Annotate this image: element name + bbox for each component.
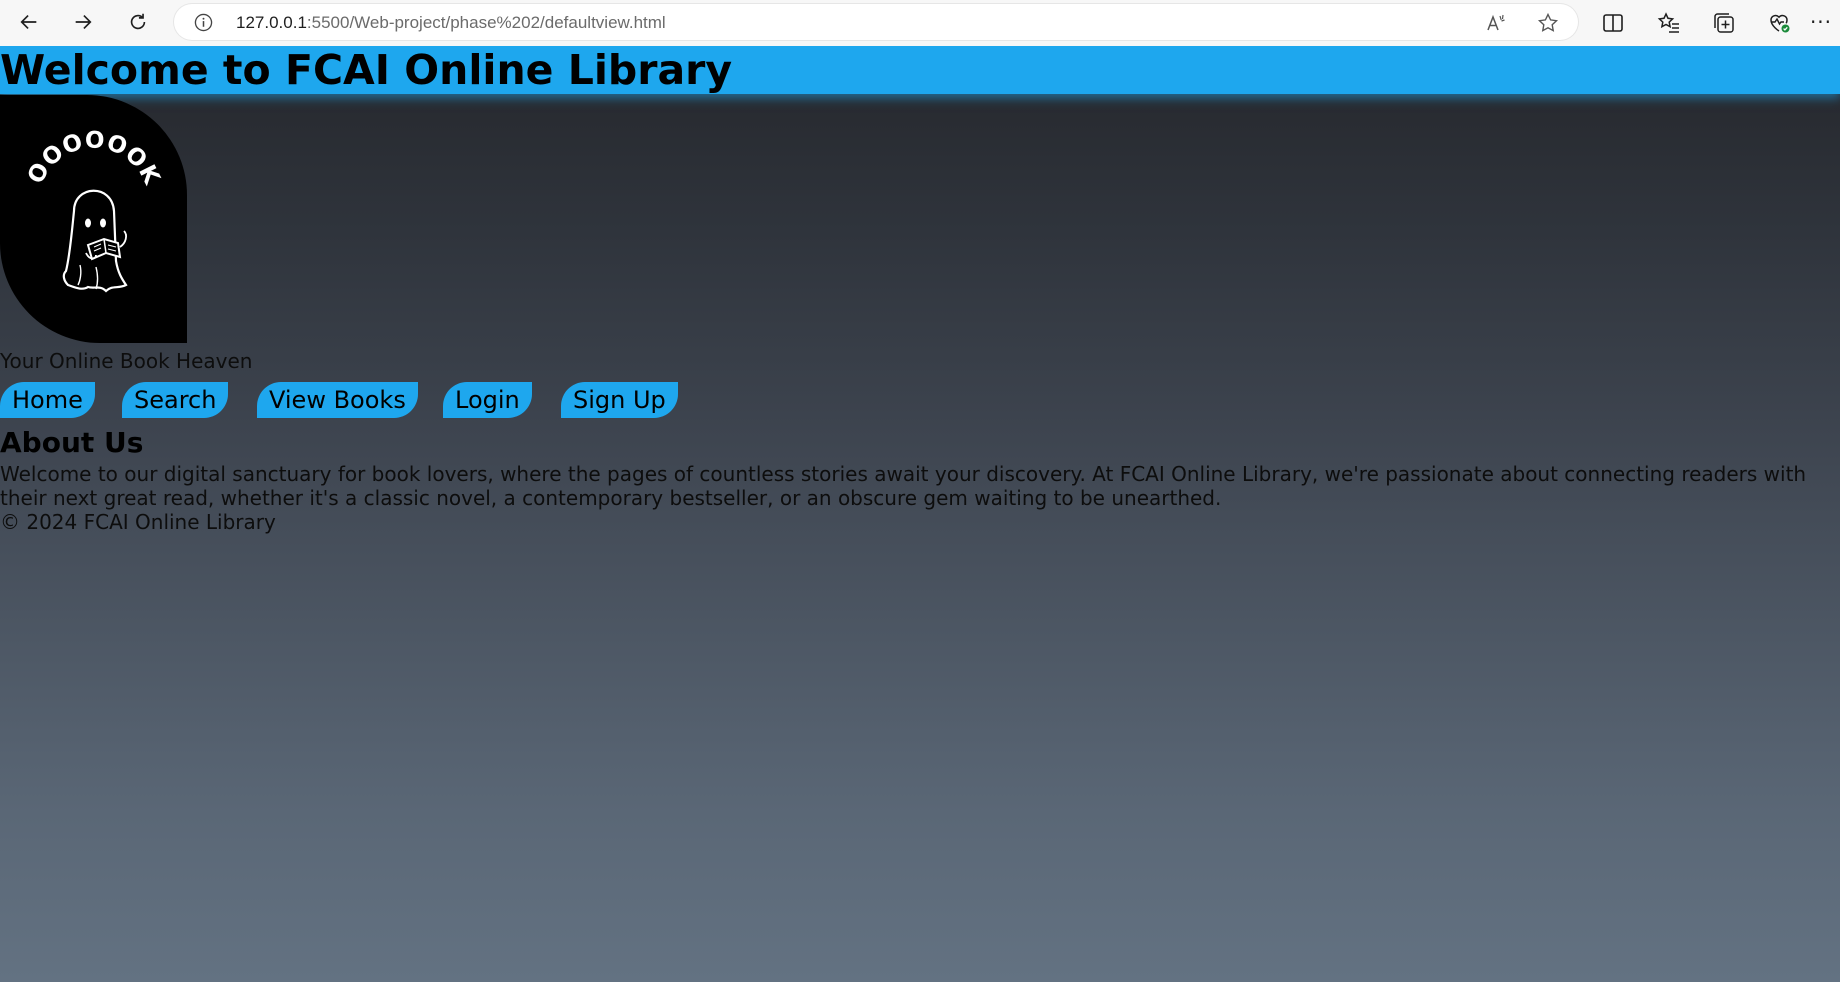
url-host: 127.0.0.1 — [236, 13, 307, 32]
nav-home[interactable]: Home — [0, 382, 95, 418]
more-icon[interactable]: ··· — [1806, 7, 1836, 37]
forward-arrow-icon[interactable] — [66, 7, 100, 37]
ghost-reading-logo: BOOOOOOKS — [0, 95, 165, 293]
browser-essentials-icon[interactable] — [1767, 11, 1791, 35]
browser-toolbar: 127.0.0.1:5500/Web-project/phase%202/def… — [0, 0, 1840, 46]
favorites-icon[interactable] — [1657, 11, 1681, 35]
page-viewport: Welcome to FCAI Online Library BOOOOOOKS — [0, 46, 1840, 982]
logo-text: BOOOOOOKS — [0, 95, 164, 190]
site-logo: BOOOOOOKS — [0, 95, 187, 343]
footer-copyright: © 2024 FCAI Online Library — [0, 510, 276, 534]
url-path: :5500/Web-project/phase%202/defaultview.… — [306, 13, 666, 32]
nav-view-books[interactable]: View Books — [257, 382, 418, 418]
favorite-star-icon[interactable] — [1537, 12, 1559, 34]
site-header: Welcome to FCAI Online Library — [0, 46, 1840, 94]
split-screen-icon[interactable] — [1601, 11, 1625, 35]
page-title: Welcome to FCAI Online Library — [0, 46, 733, 94]
svg-text:BOOOOOOKS: BOOOOOOKS — [0, 95, 165, 190]
url-text[interactable]: 127.0.0.1:5500/Web-project/phase%202/def… — [236, 13, 666, 33]
refresh-icon[interactable] — [121, 7, 155, 37]
nav-login[interactable]: Login — [443, 382, 532, 418]
back-arrow-icon[interactable] — [12, 7, 46, 37]
site-info-icon[interactable] — [194, 13, 213, 32]
address-bar[interactable]: 127.0.0.1:5500/Web-project/phase%202/def… — [174, 4, 1578, 40]
nav-sign-up[interactable]: Sign Up — [561, 382, 678, 418]
nav-search[interactable]: Search — [122, 382, 229, 418]
about-heading: About Us — [0, 426, 144, 459]
read-aloud-icon[interactable] — [1485, 12, 1507, 34]
about-paragraph: Welcome to our digital sanctuary for boo… — [0, 462, 1807, 510]
collections-icon[interactable] — [1712, 11, 1736, 35]
tagline: Your Online Book Heaven — [0, 349, 253, 373]
